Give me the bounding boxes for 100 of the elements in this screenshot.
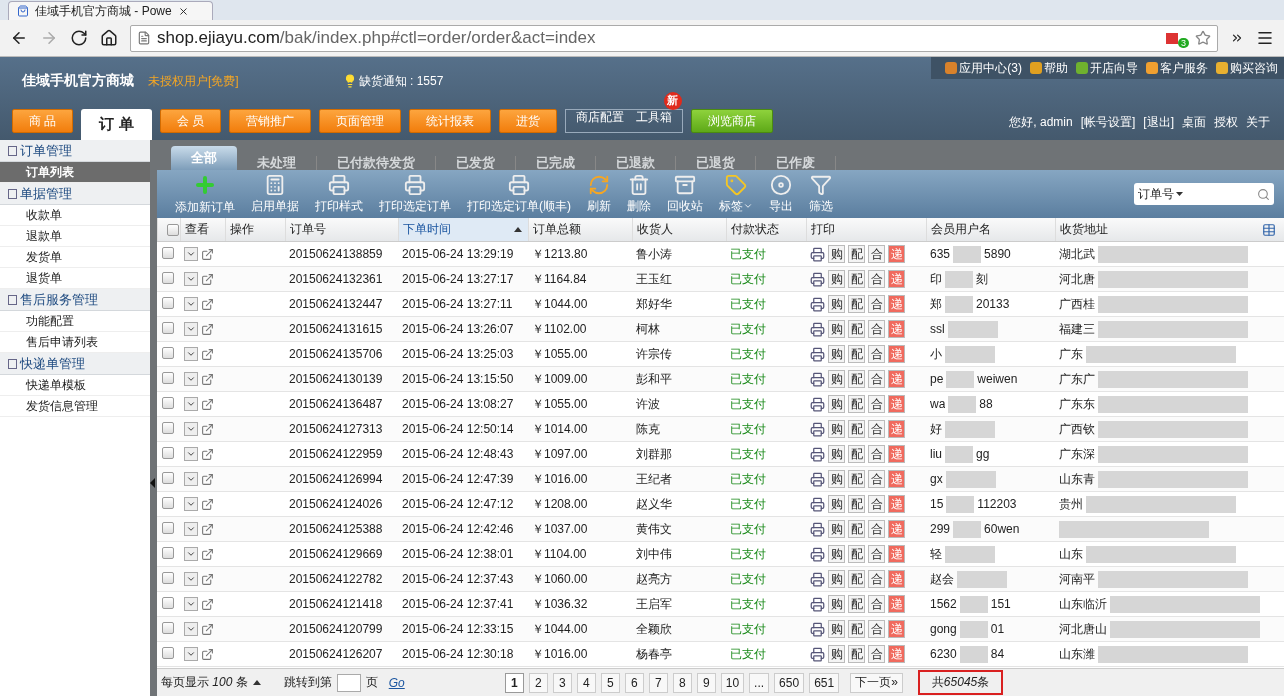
print-button[interactable]: 配 [848, 470, 865, 488]
page-button[interactable]: 8 [672, 672, 692, 693]
extension-icon[interactable] [1166, 32, 1178, 44]
popout-icon[interactable] [201, 422, 214, 436]
printer-icon[interactable] [810, 371, 825, 387]
nav-tab[interactable]: 订 单 [81, 109, 152, 140]
page-input[interactable] [336, 673, 361, 692]
column-header[interactable]: 订单总额 [533, 221, 581, 238]
print-button[interactable]: 配 [848, 270, 865, 288]
print-button[interactable]: 合 [868, 395, 885, 413]
header-link[interactable]: 开店向导 [1076, 59, 1138, 77]
toolbar-button[interactable]: 打印样式 [307, 173, 371, 215]
home-icon[interactable] [100, 29, 118, 47]
printer-icon[interactable] [810, 471, 825, 487]
user-link[interactable]: 桌面 [1182, 114, 1206, 131]
printer-icon[interactable] [810, 346, 825, 362]
reload-icon[interactable] [70, 29, 88, 47]
popout-icon[interactable] [201, 447, 214, 461]
search-icon[interactable] [1257, 187, 1270, 201]
print-button[interactable]: 合 [868, 370, 885, 388]
print-button[interactable]: 购 [828, 270, 845, 288]
printer-icon[interactable] [810, 646, 825, 662]
print-button[interactable]: 购 [828, 370, 845, 388]
print-button[interactable]: 配 [848, 295, 865, 313]
popout-icon[interactable] [201, 597, 214, 611]
row-checkbox[interactable] [162, 296, 174, 309]
caret-icon[interactable] [252, 680, 261, 685]
toolbar-button[interactable]: 筛选 [801, 173, 841, 215]
print-button[interactable]: 配 [848, 570, 865, 588]
print-button[interactable]: 合 [868, 270, 885, 288]
print-button[interactable]: 配 [848, 420, 865, 438]
column-header[interactable]: 订单号 [290, 221, 326, 238]
print-button[interactable]: 购 [828, 470, 845, 488]
toolbar-button[interactable]: 刷新 [579, 173, 619, 215]
page-button[interactable]: 2 [528, 672, 548, 693]
page-button[interactable]: 6 [624, 672, 644, 693]
page-button[interactable]: 4 [576, 672, 596, 693]
toolbar-button[interactable]: 启用单据 [243, 173, 307, 215]
column-header[interactable]: 付款状态 [731, 221, 779, 238]
popout-icon[interactable] [201, 547, 214, 561]
print-button[interactable]: 配 [848, 620, 865, 638]
printer-icon[interactable] [810, 621, 825, 637]
go-link[interactable]: Go [388, 675, 405, 690]
header-link[interactable]: 购买咨询 [1216, 59, 1278, 77]
page-button[interactable]: 7 [648, 672, 668, 693]
print-button[interactable]: 合 [868, 245, 885, 263]
print-button[interactable]: 配 [848, 395, 865, 413]
page-button[interactable]: 651 [809, 672, 840, 693]
print-button[interactable]: 购 [828, 645, 845, 663]
print-button[interactable]: 配 [848, 595, 865, 613]
print-button[interactable]: 购 [828, 295, 845, 313]
print-button[interactable]: 购 [828, 495, 845, 513]
user-link[interactable]: 您好, admin [1009, 114, 1073, 131]
print-button[interactable]: 购 [828, 620, 845, 638]
sidebar-group[interactable]: 单据管理 [0, 183, 150, 205]
sidebar-item[interactable]: 订单列表 [0, 162, 150, 183]
print-button[interactable]: 购 [828, 545, 845, 563]
close-icon[interactable] [177, 5, 189, 17]
print-button[interactable]: 购 [828, 570, 845, 588]
print-button[interactable]: 购 [828, 445, 845, 463]
row-checkbox[interactable] [162, 521, 174, 534]
page-button[interactable]: 10 [720, 672, 745, 693]
print-button[interactable]: 合 [868, 545, 885, 563]
printer-icon[interactable] [810, 271, 825, 287]
popout-icon[interactable] [201, 372, 214, 386]
row-checkbox[interactable] [162, 271, 174, 284]
print-button[interactable]: 合 [868, 520, 885, 538]
popout-icon[interactable] [201, 572, 214, 586]
print-button[interactable]: 购 [828, 320, 845, 338]
page-button[interactable]: 3 [552, 672, 572, 693]
popout-icon[interactable] [201, 622, 214, 636]
print-button[interactable]: 配 [848, 245, 865, 263]
print-button[interactable]: 购 [828, 245, 845, 263]
page-button[interactable]: 5 [600, 672, 620, 693]
toolbar-button[interactable]: 导出 [761, 173, 801, 215]
columns-icon[interactable] [1262, 222, 1276, 237]
popout-icon[interactable] [201, 347, 214, 361]
popout-icon[interactable] [201, 522, 214, 536]
row-checkbox[interactable] [162, 396, 174, 409]
print-button[interactable]: 合 [868, 320, 885, 338]
user-link[interactable]: [帐号设置] [1080, 114, 1136, 131]
sidebar-group[interactable]: 订单管理 [0, 140, 150, 162]
print-button[interactable]: 合 [868, 620, 885, 638]
print-button[interactable]: 合 [868, 595, 885, 613]
popout-icon[interactable] [201, 397, 214, 411]
print-button[interactable]: 配 [848, 520, 865, 538]
print-button[interactable]: 购 [828, 595, 845, 613]
printer-icon[interactable] [810, 571, 825, 587]
page-button[interactable]: 1 [504, 672, 524, 693]
print-button[interactable]: 配 [848, 645, 865, 663]
printer-icon[interactable] [810, 321, 825, 337]
user-link[interactable]: 关于 [1246, 114, 1270, 131]
sidebar-group[interactable]: 售后服务管理 [0, 289, 150, 311]
page-button[interactable]: 9 [696, 672, 716, 693]
print-button[interactable]: 合 [868, 420, 885, 438]
row-checkbox[interactable] [162, 496, 174, 509]
toolbar-button[interactable]: 回收站 [659, 173, 711, 215]
print-button[interactable]: 配 [848, 445, 865, 463]
print-button[interactable]: 合 [868, 345, 885, 363]
back-icon[interactable] [10, 29, 28, 47]
